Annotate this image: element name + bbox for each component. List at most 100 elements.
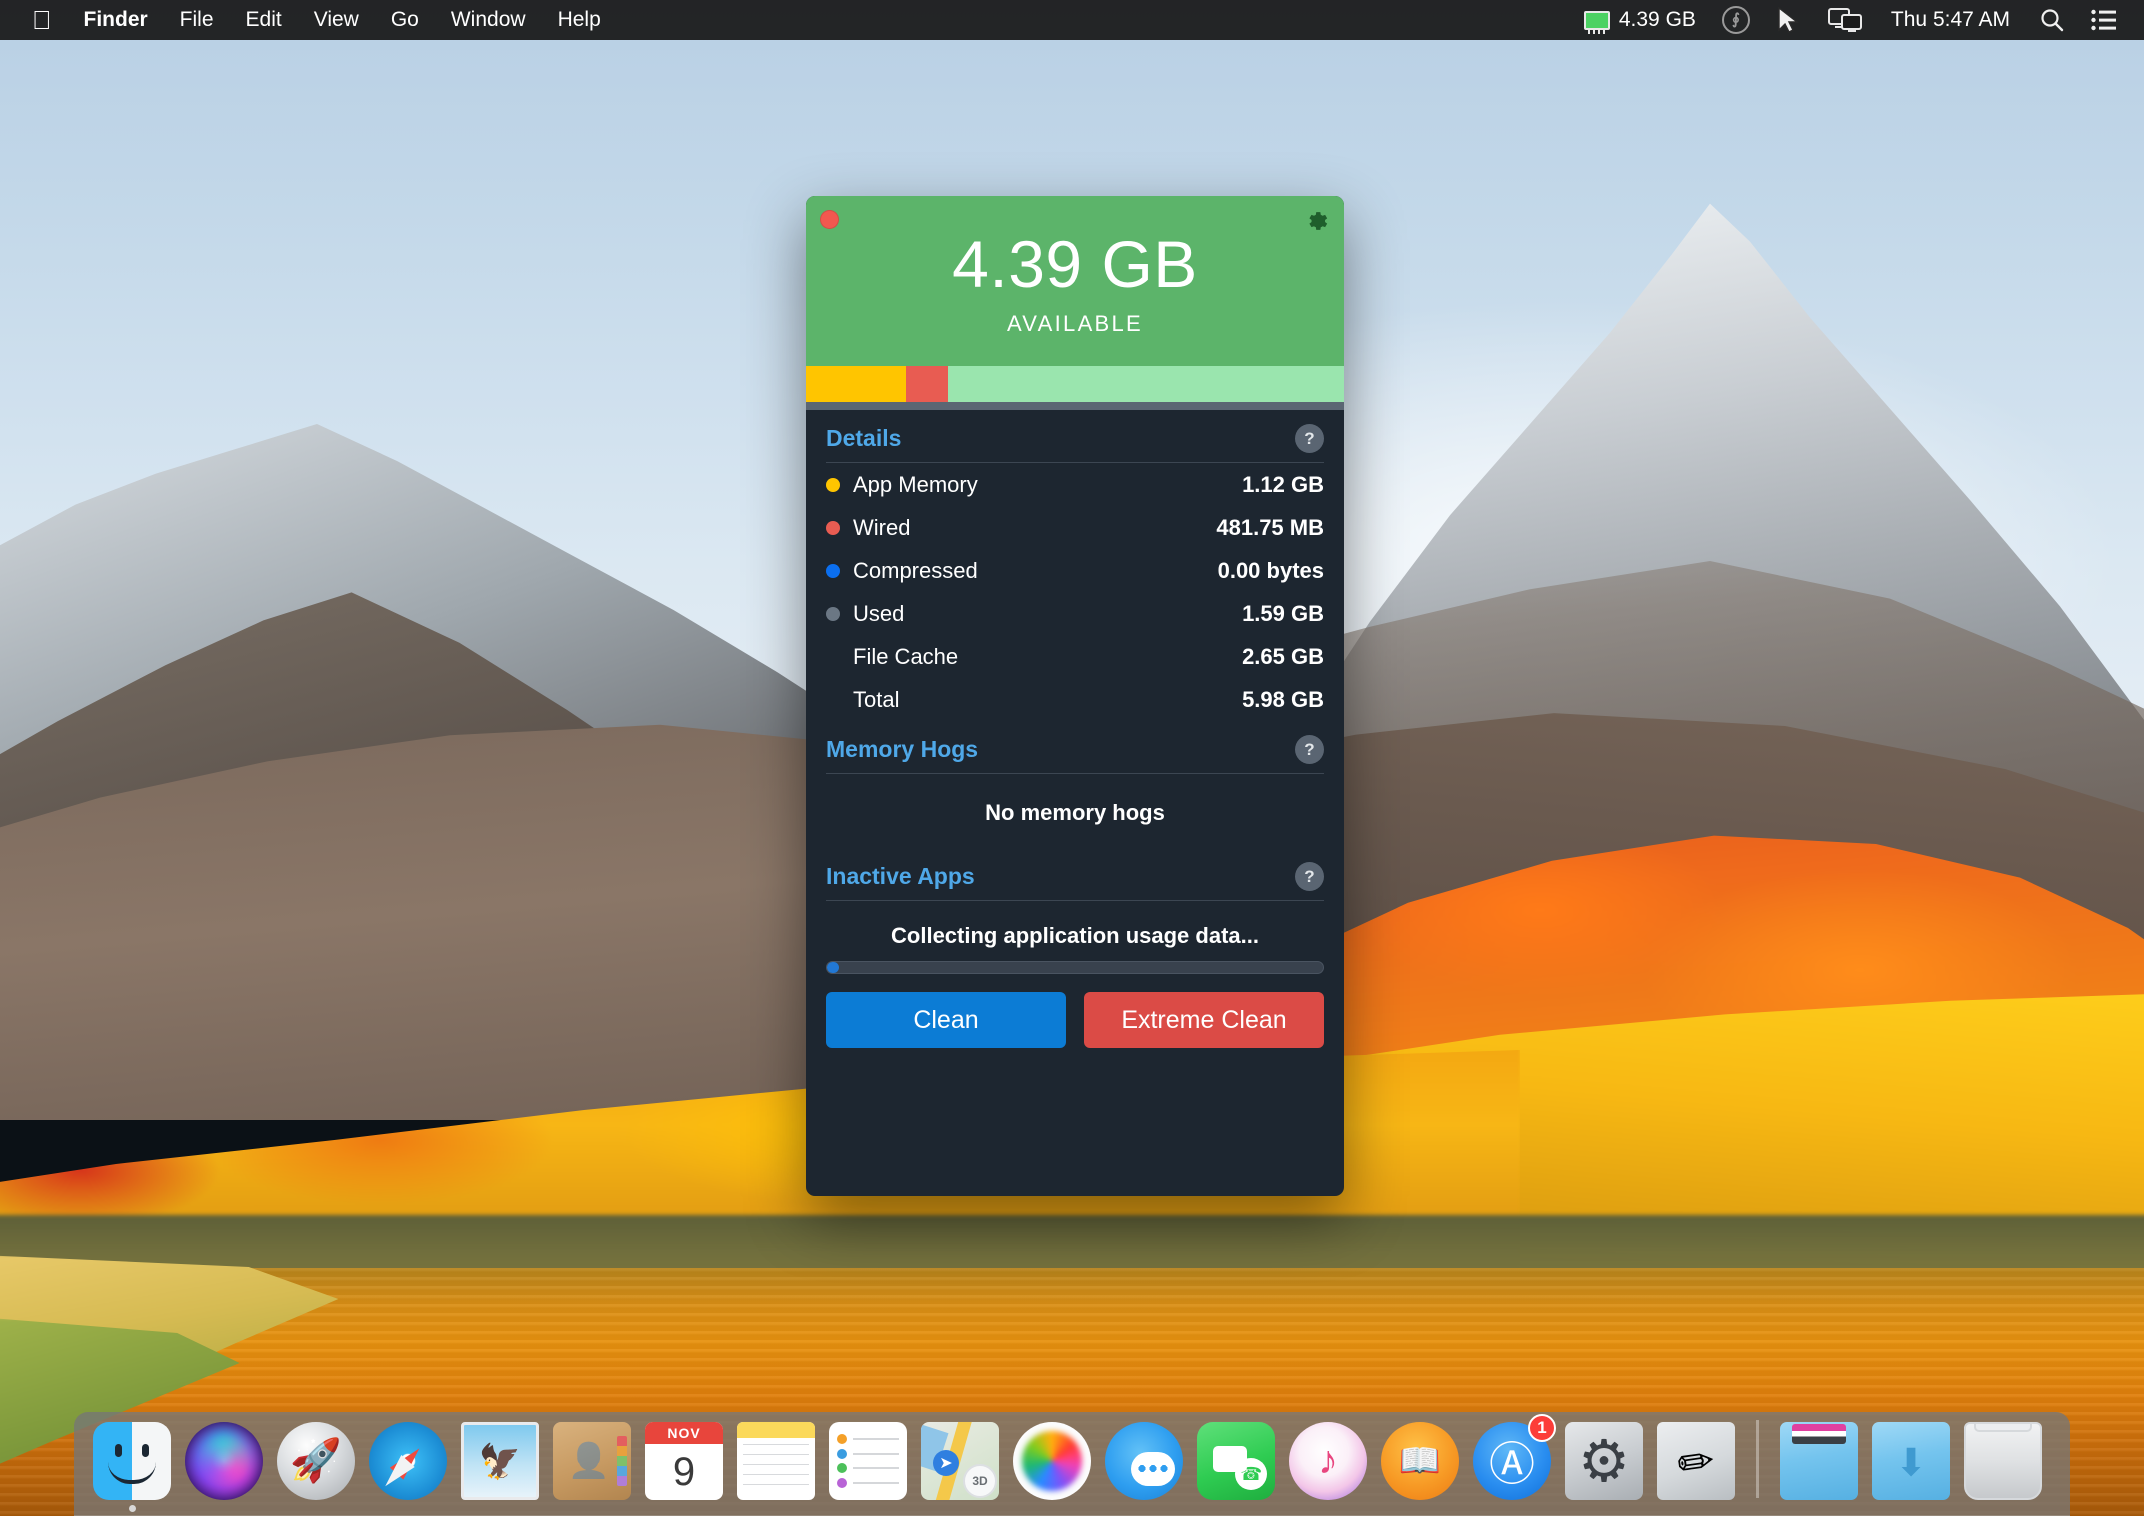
dock-item-reminders[interactable]: [822, 1416, 914, 1512]
dock-item-app-store[interactable]: 1: [1466, 1414, 1558, 1512]
facetime-running-indicator: [1233, 1505, 1240, 1512]
details-title: Details: [826, 425, 902, 451]
gear-glyph: [1309, 212, 1328, 230]
calendar-icon: NOV 9: [645, 1422, 723, 1500]
downloads-icon: [1872, 1422, 1950, 1500]
detail-label: Total: [853, 686, 900, 712]
dock-item-documents-folder[interactable]: [1773, 1416, 1865, 1512]
notes-icon: [737, 1422, 815, 1500]
detail-row-used: Used 1.59 GB: [826, 592, 1324, 635]
memory-cleaner-window: 4.39 GB AVAILABLE Details ? App Memory 1…: [806, 196, 1344, 1196]
window-body: Details ? App Memory 1.12 GB Wired 481.7…: [806, 410, 1344, 1064]
details-help-button[interactable]: ?: [1295, 424, 1324, 453]
menu-item-go[interactable]: Go: [375, 0, 435, 40]
menu-bar:  Finder File Edit View Go Window Help 4…: [0, 0, 2144, 40]
pointer-icon: [1778, 6, 1799, 33]
dock: NOV 9 ➤ 3D: [74, 1412, 2070, 1516]
safari-icon: [369, 1422, 447, 1500]
dock-item-notes[interactable]: [730, 1416, 822, 1512]
dock-item-launchpad[interactable]: [270, 1416, 362, 1512]
spotlight-search-button[interactable]: [2026, 7, 2078, 33]
photos-icon: [1013, 1422, 1091, 1500]
close-button[interactable]: [820, 210, 839, 229]
detail-value: 1.12 GB: [1242, 471, 1324, 497]
clean-button[interactable]: Clean: [826, 992, 1066, 1048]
inactive-apps-help-button[interactable]: ?: [1295, 862, 1324, 891]
menu-item-file[interactable]: File: [164, 0, 230, 40]
pointer-status-item[interactable]: [1763, 6, 1815, 34]
trash-icon: [1964, 1422, 2042, 1500]
system-preferences-running-indicator: [1601, 1505, 1608, 1512]
used-color-dot: [826, 606, 840, 621]
dock-item-siri[interactable]: [178, 1416, 270, 1512]
detail-row-compressed: Compressed 0.00 bytes: [826, 549, 1324, 592]
menu-item-finder[interactable]: Finder: [68, 0, 164, 40]
dock-item-calendar[interactable]: NOV 9: [638, 1416, 730, 1512]
apple-menu-icon[interactable]: : [16, 1, 68, 39]
menu-item-help[interactable]: Help: [542, 0, 617, 40]
creative-cloud-status-item[interactable]: ∮: [1709, 6, 1763, 34]
search-icon: [2041, 9, 2064, 32]
extreme-clean-button[interactable]: Extreme Clean: [1084, 992, 1324, 1048]
calendar-running-indicator: [681, 1505, 688, 1512]
detail-row-wired: Wired 481.75 MB: [826, 506, 1324, 549]
menu-item-view[interactable]: View: [298, 0, 375, 40]
inactive-apps-title: Inactive Apps: [826, 863, 975, 889]
inactive-apps-status-message: Collecting application usage data...: [891, 923, 1259, 948]
memory-usage-bar: [806, 366, 1344, 402]
progress-fill: [827, 962, 840, 973]
contacts-icon: [553, 1422, 631, 1500]
memory-status-item[interactable]: 4.39 GB: [1571, 0, 1709, 40]
dock-item-facetime[interactable]: ☎: [1190, 1416, 1282, 1512]
app-memory-color-dot: [826, 477, 840, 492]
dock-item-textedit[interactable]: [1650, 1416, 1742, 1512]
memory-hogs-section-header: Memory Hogs ?: [826, 721, 1324, 773]
detail-label: Used: [853, 600, 905, 626]
notification-center-button[interactable]: [2078, 9, 2130, 31]
detail-value: 1.59 GB: [1242, 600, 1324, 626]
memory-hogs-title: Memory Hogs: [826, 736, 979, 762]
dock-item-mail[interactable]: [454, 1416, 546, 1512]
messages-running-indicator: [1141, 1505, 1148, 1512]
creative-cloud-icon: ∮: [1721, 6, 1750, 34]
dock-item-photos[interactable]: [1006, 1416, 1098, 1512]
contacts-running-indicator: [589, 1505, 596, 1512]
dock-item-trash[interactable]: [1957, 1416, 2049, 1512]
messages-icon: [1105, 1422, 1183, 1500]
dock-item-downloads-folder[interactable]: [1865, 1416, 1957, 1512]
dock-item-messages[interactable]: [1098, 1416, 1190, 1512]
photos-running-indicator: [1049, 1505, 1056, 1512]
calendar-day: 9: [672, 1449, 696, 1494]
memory-hogs-empty-message: No memory hogs: [985, 800, 1165, 825]
app-store-running-indicator: [1509, 1505, 1516, 1512]
dock-item-itunes[interactable]: [1282, 1416, 1374, 1512]
menu-item-window[interactable]: Window: [435, 0, 542, 40]
facetime-icon: ☎: [1197, 1422, 1275, 1500]
file-cache-dot-spacer: [826, 650, 840, 664]
detail-value: 2.65 GB: [1242, 643, 1324, 669]
wired-color-dot: [826, 520, 840, 535]
action-button-row: Clean Extreme Clean: [826, 992, 1324, 1048]
gear-icon[interactable]: [1304, 208, 1330, 234]
textedit-icon: [1657, 1422, 1735, 1500]
downloads-folder-indicator: [1908, 1505, 1915, 1512]
memory-hogs-help-button[interactable]: ?: [1295, 735, 1324, 764]
dock-item-system-preferences[interactable]: [1558, 1416, 1650, 1512]
dock-item-ibooks[interactable]: [1374, 1416, 1466, 1512]
ibooks-running-indicator: [1417, 1505, 1424, 1512]
dock-item-maps[interactable]: ➤ 3D: [914, 1416, 1006, 1512]
detail-label: Compressed: [853, 557, 978, 583]
maps-icon: ➤ 3D: [921, 1422, 999, 1500]
dock-item-finder[interactable]: [86, 1416, 178, 1512]
ibooks-icon: [1381, 1422, 1459, 1500]
app-store-badge: 1: [1528, 1414, 1556, 1442]
screen-sharing-status-item[interactable]: [1815, 7, 1875, 33]
menu-bar-clock[interactable]: Thu 5:47 AM: [1875, 8, 2026, 32]
calendar-month: NOV: [645, 1422, 723, 1444]
finder-icon: [93, 1422, 171, 1500]
menu-item-edit[interactable]: Edit: [230, 0, 298, 40]
available-memory-label: AVAILABLE: [1006, 311, 1144, 336]
dock-item-contacts[interactable]: [546, 1416, 638, 1512]
menu-bar-left:  Finder File Edit View Go Window Help: [0, 0, 617, 40]
dock-item-safari[interactable]: [362, 1416, 454, 1512]
